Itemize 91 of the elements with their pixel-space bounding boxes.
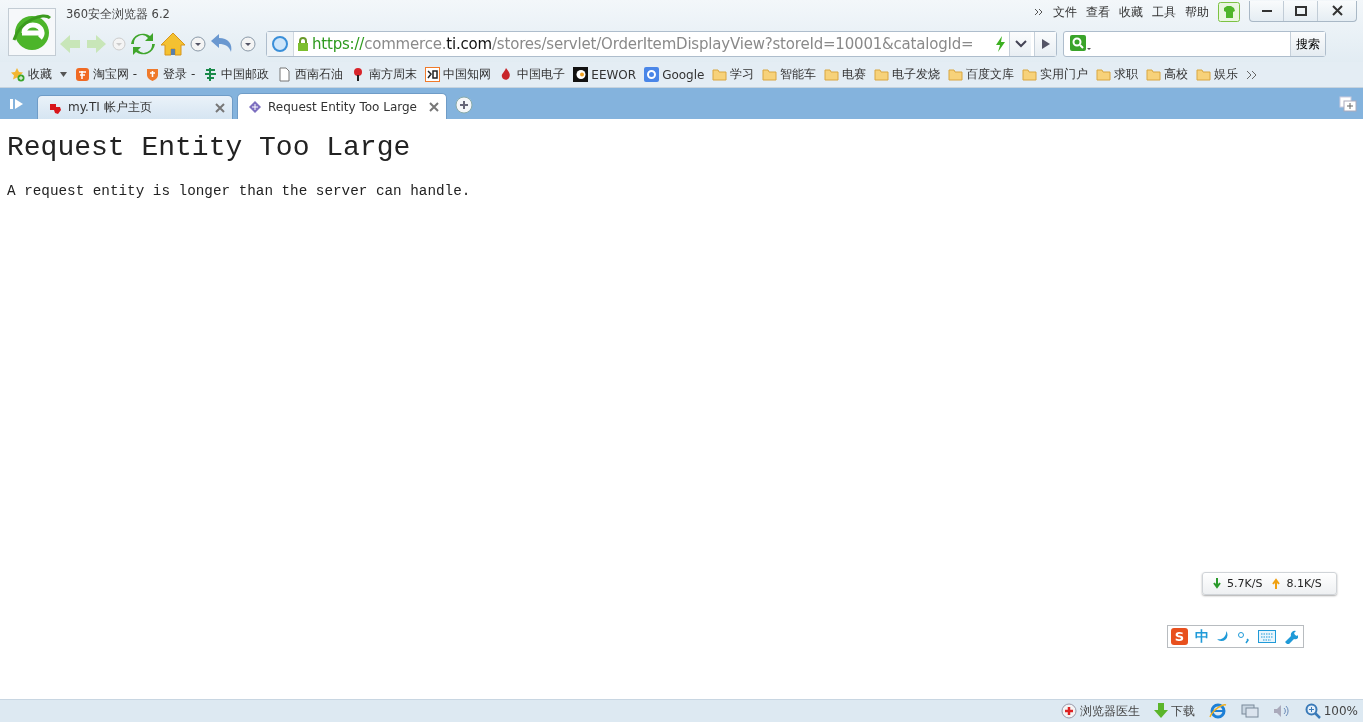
- bookmark-item[interactable]: 实用门户: [1022, 66, 1089, 83]
- shield-icon: [145, 67, 161, 82]
- folder-icon: [874, 67, 890, 82]
- zoom-icon: [1304, 703, 1321, 719]
- page-icon: [277, 67, 293, 82]
- shirt-icon[interactable]: [1218, 2, 1240, 22]
- window-title: 360安全浏览器 6.2: [66, 7, 170, 22]
- refresh-icon[interactable]: [130, 32, 156, 56]
- moon-icon[interactable]: [1216, 629, 1230, 644]
- ie-icon[interactable]: [1208, 703, 1227, 719]
- bookmark-item[interactable]: 西南石油: [277, 66, 344, 83]
- bookmark-item[interactable]: 中国知网: [425, 66, 492, 83]
- bookmark-item[interactable]: 淘宝网 -: [75, 66, 138, 83]
- security-button[interactable]: [267, 32, 294, 56]
- bookmark-item[interactable]: 求职: [1096, 66, 1139, 83]
- page-text: A request entity is longer than the server can handle.: [7, 183, 472, 199]
- tab-label: Request Entity Too Large: [268, 99, 418, 114]
- browser-logo[interactable]: [8, 8, 56, 56]
- download-arrow-icon: [1213, 578, 1221, 589]
- menu-item[interactable]: 工具: [1152, 3, 1176, 21]
- home-icon[interactable]: [160, 32, 186, 56]
- play-icon: [1040, 38, 1051, 50]
- keyboard-icon[interactable]: [1258, 630, 1276, 643]
- lock-icon: [297, 36, 309, 52]
- wrench-icon[interactable]: [1283, 629, 1298, 644]
- restore-tabs-icon[interactable]: [1339, 95, 1357, 112]
- bookmark-item[interactable]: 电赛: [824, 66, 867, 83]
- bookmark-item[interactable]: 娱乐: [1196, 66, 1239, 83]
- bookmark-item[interactable]: 南方周末: [351, 66, 418, 83]
- new-tab-icon[interactable]: [455, 95, 473, 114]
- chevron-icon: [1014, 40, 1027, 48]
- bookmark-item[interactable]: 高校: [1146, 66, 1189, 83]
- bookmark-item[interactable]: 中国电子: [499, 66, 566, 83]
- tab-label: my.TI 帐户主页: [68, 99, 153, 116]
- download-speed: 5.7K/S: [1227, 577, 1263, 590]
- close-icon: [1331, 5, 1343, 16]
- diamond-icon: [248, 99, 262, 114]
- site-icon: [203, 67, 219, 82]
- site-icon: [573, 67, 589, 82]
- maximize-icon: [1294, 5, 1307, 16]
- bookmark-item[interactable]: EEWOR: [573, 67, 637, 82]
- sidebar-toggle-icon[interactable]: [9, 96, 25, 111]
- site-icon: [644, 67, 660, 82]
- download-icon: [1153, 703, 1168, 719]
- bookmark-item[interactable]: 百度文库: [948, 66, 1015, 83]
- dropdown-icon[interactable]: [190, 36, 206, 52]
- minimize-icon: [1261, 9, 1272, 12]
- folder-icon: [712, 67, 728, 82]
- folder-icon: [1022, 67, 1038, 82]
- bookmark-item[interactable]: Google: [644, 67, 705, 82]
- bookmark-item[interactable]: 电子发烧: [874, 66, 941, 83]
- folder-icon: [824, 67, 840, 82]
- dropdown-button[interactable]: [1009, 32, 1031, 56]
- bookmark-item[interactable]: 智能车: [762, 66, 817, 83]
- speaker-icon[interactable]: [1272, 704, 1291, 718]
- more-icon[interactable]: [1034, 7, 1044, 17]
- folder-icon: [762, 67, 778, 82]
- page-heading: Request Entity Too Large: [7, 132, 412, 163]
- upload-arrow-icon: [1272, 578, 1281, 589]
- bookmark-item[interactable]: 登录 -: [145, 66, 196, 83]
- doctor-button[interactable]: 浏览器医生: [1060, 702, 1140, 720]
- lightning-icon[interactable]: [994, 35, 1006, 53]
- menu-item[interactable]: 帮助: [1185, 3, 1209, 21]
- browser-tab[interactable]: Request Entity Too Large: [237, 93, 447, 119]
- folder-icon: [948, 67, 964, 82]
- menu-item[interactable]: 查看: [1086, 3, 1110, 21]
- download-button[interactable]: 下载: [1153, 702, 1195, 720]
- site-icon: [425, 67, 441, 82]
- plus-icon: [1060, 703, 1077, 719]
- bookmark-item[interactable]: 学习: [712, 66, 755, 83]
- folder-icon: [1146, 67, 1162, 82]
- bookmark-item[interactable]: 收藏: [10, 66, 52, 83]
- menu-item[interactable]: 收藏: [1119, 3, 1143, 21]
- folder-icon: [1096, 67, 1112, 82]
- menu-item[interactable]: 文件: [1053, 3, 1077, 21]
- bookmark-item[interactable]: 中国邮政: [203, 66, 270, 83]
- ime-logo[interactable]: S: [1171, 628, 1188, 645]
- dropdown-icon[interactable]: [240, 36, 256, 52]
- window-icon[interactable]: [1240, 704, 1259, 718]
- browser-tab[interactable]: my.TI 帐户主页: [37, 95, 233, 119]
- site-icon: [75, 67, 90, 82]
- more-icon[interactable]: [1246, 69, 1259, 80]
- upload-speed: 8.1K/S: [1286, 577, 1322, 590]
- punctuation-icon[interactable]: [1237, 629, 1251, 644]
- star-icon: [10, 67, 25, 82]
- folder-icon: [1196, 67, 1212, 82]
- go-button[interactable]: [1034, 32, 1056, 56]
- close-icon[interactable]: [429, 101, 439, 112]
- close-icon[interactable]: [215, 102, 225, 113]
- zoom-button[interactable]: 100%: [1304, 703, 1358, 719]
- caret-icon[interactable]: [60, 72, 67, 77]
